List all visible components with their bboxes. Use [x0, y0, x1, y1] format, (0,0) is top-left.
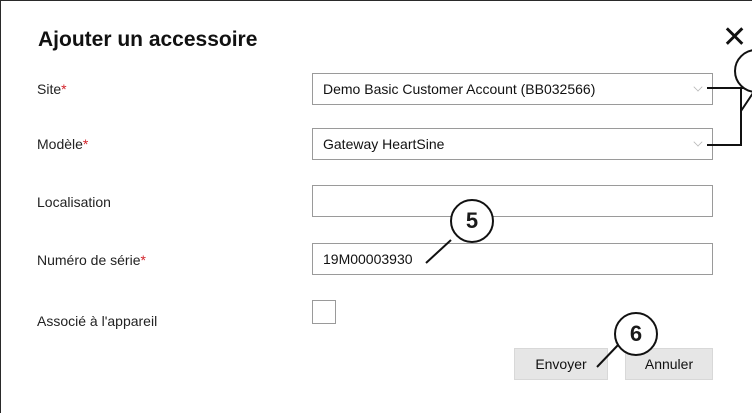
- annotation-callout-5: 5: [450, 199, 494, 243]
- annotation-callout-6: 6: [614, 312, 658, 356]
- add-accessory-dialog: Ajouter un accessoire ✕ Site* Demo Basic…: [0, 0, 752, 413]
